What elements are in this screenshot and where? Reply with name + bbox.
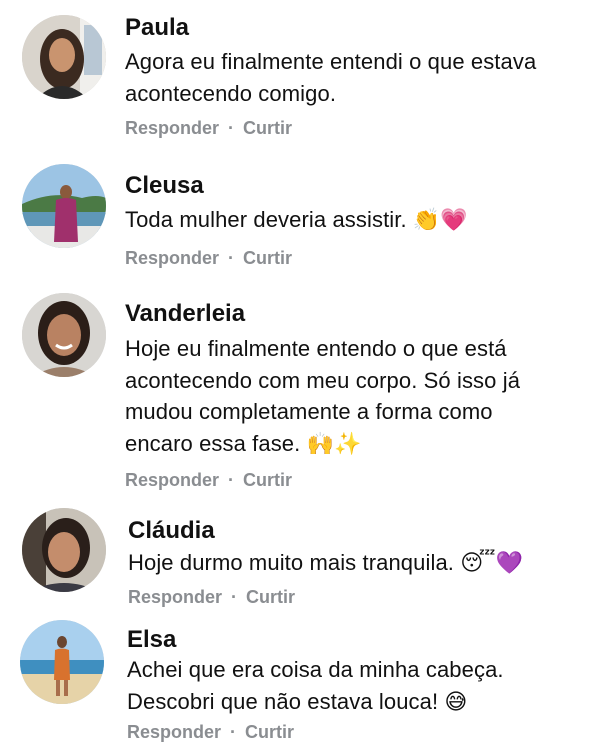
comment-text: Hoje durmo muito mais tranquila. 😴💜: [128, 550, 524, 575]
like-button[interactable]: Curtir: [245, 722, 294, 742]
separator-dot: ·: [228, 118, 235, 138]
comment-text: Toda mulher deveria assistir. 👏💗: [125, 207, 468, 232]
avatar[interactable]: [20, 620, 104, 704]
like-button[interactable]: Curtir: [246, 587, 295, 607]
avatar-photo: [22, 164, 106, 248]
like-button[interactable]: Curtir: [243, 118, 292, 138]
comment-actions: Responder · Curtir: [125, 469, 292, 491]
avatar[interactable]: [22, 293, 106, 377]
reply-button[interactable]: Responder: [127, 722, 221, 742]
comment-text: Achei que era coisa da minha cabeça. Des…: [127, 657, 504, 714]
avatar-photo: [22, 508, 106, 592]
separator-dot: ·: [230, 722, 237, 742]
avatar[interactable]: [22, 164, 106, 248]
comment-actions: Responder · Curtir: [128, 586, 295, 608]
reply-button[interactable]: Responder: [125, 118, 219, 138]
separator-dot: ·: [228, 248, 235, 268]
reply-button[interactable]: Responder: [125, 470, 219, 490]
comment-author[interactable]: Cláudia: [128, 517, 215, 545]
avatar[interactable]: [22, 508, 106, 592]
separator-dot: ·: [228, 470, 235, 490]
comment-actions: Responder · Curtir: [127, 721, 294, 743]
reply-button[interactable]: Responder: [128, 587, 222, 607]
comment-author[interactable]: Cleusa: [125, 172, 204, 200]
comment-actions: Responder · Curtir: [125, 247, 292, 269]
avatar-photo: [20, 620, 104, 704]
comment-text: Agora eu finalmente entendi o que estava…: [125, 49, 537, 106]
comment-text: Hoje eu finalmente entendo o que está ac…: [125, 336, 521, 456]
comment-author[interactable]: Elsa: [127, 626, 176, 654]
avatar[interactable]: [22, 15, 106, 99]
avatar-photo: [22, 293, 106, 377]
reply-button[interactable]: Responder: [125, 248, 219, 268]
avatar-photo: [22, 15, 106, 99]
separator-dot: ·: [231, 587, 238, 607]
like-button[interactable]: Curtir: [243, 470, 292, 490]
comment-actions: Responder · Curtir: [125, 117, 292, 139]
comment-author[interactable]: Vanderleia: [125, 300, 245, 328]
comment-author[interactable]: Paula: [125, 14, 189, 42]
like-button[interactable]: Curtir: [243, 248, 292, 268]
